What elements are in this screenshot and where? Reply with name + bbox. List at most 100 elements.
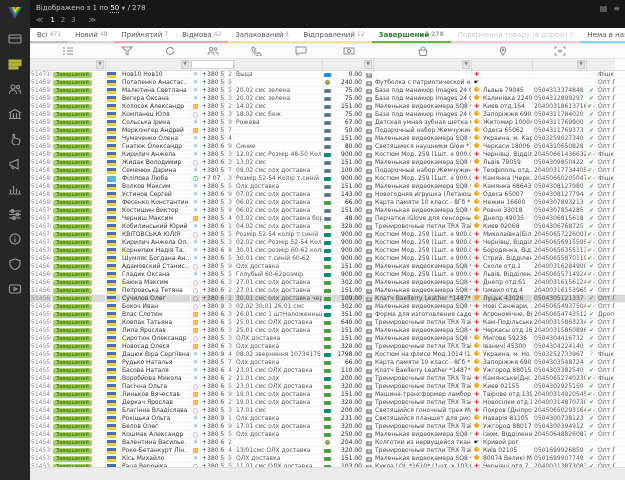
customer-phone[interactable]: +380 6 <box>201 375 225 382</box>
tab-Завершений[interactable]: Завершений278 <box>372 28 451 43</box>
address-pin-icon[interactable] <box>472 46 533 56</box>
ttn-number[interactable]: 0503259027340 <box>533 135 587 142</box>
page-button-3[interactable]: 3 <box>71 16 75 24</box>
customer-phone[interactable]: +380 6 <box>201 255 225 262</box>
ttn-number[interactable]: 20450656915595 <box>533 239 587 246</box>
tab-Прийнятий[interactable]: Прийнятий7 <box>114 28 175 43</box>
order-row[interactable]: 514549 Завершений Воробйова Микола ✳ +38… <box>30 375 625 383</box>
ttn-number[interactable]: 0504300738123 <box>533 415 587 422</box>
order-row[interactable]: 514589 Завершений Кирилич Анжела ✳ +380 … <box>30 151 625 159</box>
order-row[interactable]: 514590 Завершений Гнатюк Олександр ✳ +38… <box>30 143 625 151</box>
order-row[interactable]: 514568 Завершений Шумляс Богдана Ан.. ✳ … <box>30 255 625 263</box>
order-row[interactable]: 514574 Завершений Кирилич Анжела Ол.. ✳ … <box>30 239 625 247</box>
customer-phone[interactable]: +380 6 <box>201 327 225 334</box>
customer-phone[interactable]: +380 6 <box>201 319 225 326</box>
amount-filter[interactable]: ▼ <box>323 59 374 70</box>
customer-phone[interactable]: +380 6 <box>201 391 225 398</box>
ttn-number[interactable]: 0504303382540 <box>533 367 587 374</box>
ttn-number[interactable]: 0504311769900 <box>533 119 587 126</box>
ttn-number[interactable]: 0504304416732 <box>533 335 587 342</box>
order-row[interactable]: 514538 Завершений Кісь Михайло ✳ +380 5 … <box>30 455 625 463</box>
orders-list-icon[interactable] <box>30 46 106 56</box>
customer-phone[interactable]: +380 6 <box>201 287 225 294</box>
customer-phone[interactable]: +380 6 <box>201 311 225 318</box>
ttn-number[interactable]: 20450650293164 <box>533 407 587 414</box>
tab-Повернення товару (в дорозі)[interactable]: Повернення товару (в дорозі)0 <box>451 28 581 43</box>
ttn-number[interactable]: 0504309850422 <box>533 159 587 166</box>
ttn-number[interactable]: 0504306768725 <box>533 223 587 230</box>
ttn-number[interactable]: 20450654937504 <box>533 303 587 310</box>
customer-phone[interactable]: +380 5 <box>201 167 225 174</box>
tab-Нема в наявності[interactable]: Нема в наявності1 <box>580 28 625 43</box>
order-row[interactable]: 514563 Завершений Петровська Тетяна ◯ +3… <box>30 287 625 295</box>
order-row[interactable]: 514542 Завершений Кошмак Александр ◯ +38… <box>30 431 625 439</box>
tab-Новий[interactable]: Новий48 <box>68 28 114 43</box>
menu-icon[interactable]: ≡ <box>613 4 620 13</box>
order-row[interactable]: 514559 Завершений Влас Слотюк lc +380 6 … <box>30 311 625 319</box>
order-row[interactable]: 514598 Завершений Малютина Светлана ✳ +3… <box>30 87 625 95</box>
customer-phone[interactable]: +380 6 <box>201 191 225 198</box>
ttn-number[interactable]: 0504300394912 <box>533 423 587 430</box>
order-row[interactable]: 514544 Завершений Рокіцька Ольга ✳ +380 … <box>30 415 625 423</box>
ttn-number[interactable]: 20400315860896 <box>533 327 587 334</box>
order-row[interactable]: 514588 Завершений Жидак Володимир ◯ +380… <box>30 159 625 167</box>
order-row[interactable]: 514579 Завершений Костишин Виктор ✳ +380… <box>30 207 625 215</box>
sidebar-item-company[interactable] <box>0 101 30 126</box>
order-row[interactable]: 514596 Завершений Вегера Оксана ✳ +380 5… <box>30 95 625 103</box>
ttn-number[interactable]: 0504308127794 <box>533 191 587 198</box>
order-row[interactable]: 514566 Завершений Гладик Оксана ✳ +380 5… <box>30 271 625 279</box>
customer-phone[interactable]: +380 5 <box>201 455 225 462</box>
order-row[interactable]: 514591 Завершений Чумаченко Олена ✳ +380… <box>30 135 625 143</box>
ttn-number[interactable]: 20400316156124 <box>533 279 587 286</box>
comment-filter[interactable] <box>235 59 323 70</box>
order-row[interactable]: 514592 Завершений Мерклінгер Андрей lc +… <box>30 127 625 135</box>
sidebar-item-security-shield[interactable] <box>0 251 30 276</box>
city-filter[interactable] <box>472 59 533 70</box>
product-bag-icon[interactable] <box>374 46 472 56</box>
sidebar-item-orders[interactable] <box>0 51 30 76</box>
order-row[interactable]: 514587 Завершений Семенюк Дарина ✳ +380 … <box>30 167 625 175</box>
ttn-number[interactable]: 20400316284900 <box>533 263 587 270</box>
customer-phone[interactable]: +380 6 <box>201 423 225 430</box>
customer-phone[interactable]: +380 5 <box>201 135 225 142</box>
sidebar-item-dashboard[interactable] <box>0 26 30 51</box>
ttn-number[interactable]: 0504313374848 <box>533 87 587 94</box>
customer-phone[interactable]: +380 6 <box>201 367 225 374</box>
phone-filter-input[interactable] <box>191 60 234 69</box>
name-filter[interactable]: ▼ <box>106 59 191 70</box>
sidebar-item-hand-cursor[interactable] <box>0 126 30 151</box>
order-row[interactable]: 514548 Завершений Пасічна Ольга ◯ +380 6… <box>30 383 625 391</box>
order-row[interactable]: 514575 Завершений КВІТОВСЬКА ЮЛІЯ ◯ +380… <box>30 231 625 239</box>
sidebar-item-video-tutorials[interactable] <box>0 276 30 301</box>
order-row[interactable]: 514595 Завершений Колосок Александр lc +… <box>30 103 625 111</box>
customer-phone[interactable]: +380 6 <box>201 279 225 286</box>
ttn-number[interactable]: 0501699907749 <box>533 455 587 462</box>
customer-phone[interactable]: +380 5 <box>201 79 225 86</box>
ttn-number[interactable]: 0504310650828 <box>533 143 587 150</box>
order-row[interactable]: 514594 Завершений Компанец Юля ◯ +380 5 … <box>30 111 625 119</box>
order-row[interactable]: 514546 Завершений Деркач Ярослав lc +380… <box>30 399 625 407</box>
app-logo-icon[interactable] <box>0 0 30 26</box>
customer-phone[interactable]: +380 9 <box>201 303 225 310</box>
customer-phone[interactable]: +380 9 <box>201 415 225 422</box>
sidebar-item-settings-sliders[interactable] <box>0 201 30 226</box>
ttn-number[interactable]: 20450656355113 <box>533 247 587 254</box>
tab-Всі[interactable]: Всі471 <box>30 28 68 43</box>
ttn-number[interactable]: 0504312899297 <box>533 95 587 102</box>
customer-phone[interactable]: +380 5 <box>201 199 225 206</box>
order-row[interactable]: 514567 Завершений Адамовский Станис.. ◯ … <box>30 263 625 271</box>
ttn-number[interactable]: 20450652740230 <box>533 375 587 382</box>
customer-phone[interactable]: +380 5 <box>201 407 225 414</box>
sidebar-item-analytics[interactable] <box>0 176 30 201</box>
tab-Запакований[interactable]: Запакований1 <box>228 28 296 43</box>
order-row[interactable]: 514582 Завершений Волков Максим ✳ +380 5… <box>30 183 625 191</box>
ttn-number[interactable]: 20450655870119 <box>533 255 587 262</box>
customer-phone[interactable]: +380 6 <box>201 447 225 454</box>
order-row[interactable]: 514555 Завершений Новосад Олеся lc +380 … <box>30 343 625 351</box>
order-row[interactable]: 514565 Завершений Баюка Максим ◯ +380 6 … <box>30 279 625 287</box>
order-row[interactable]: 514547 Завершений Линьков Вячеслав lc +3… <box>30 391 625 399</box>
ttn-number[interactable]: 0504311784020 <box>533 111 587 118</box>
ttn-number[interactable]: 20450654743512 <box>533 311 587 318</box>
customer-phone[interactable]: +380 6 <box>201 143 225 150</box>
customer-phone[interactable]: +380 5 <box>201 87 225 94</box>
